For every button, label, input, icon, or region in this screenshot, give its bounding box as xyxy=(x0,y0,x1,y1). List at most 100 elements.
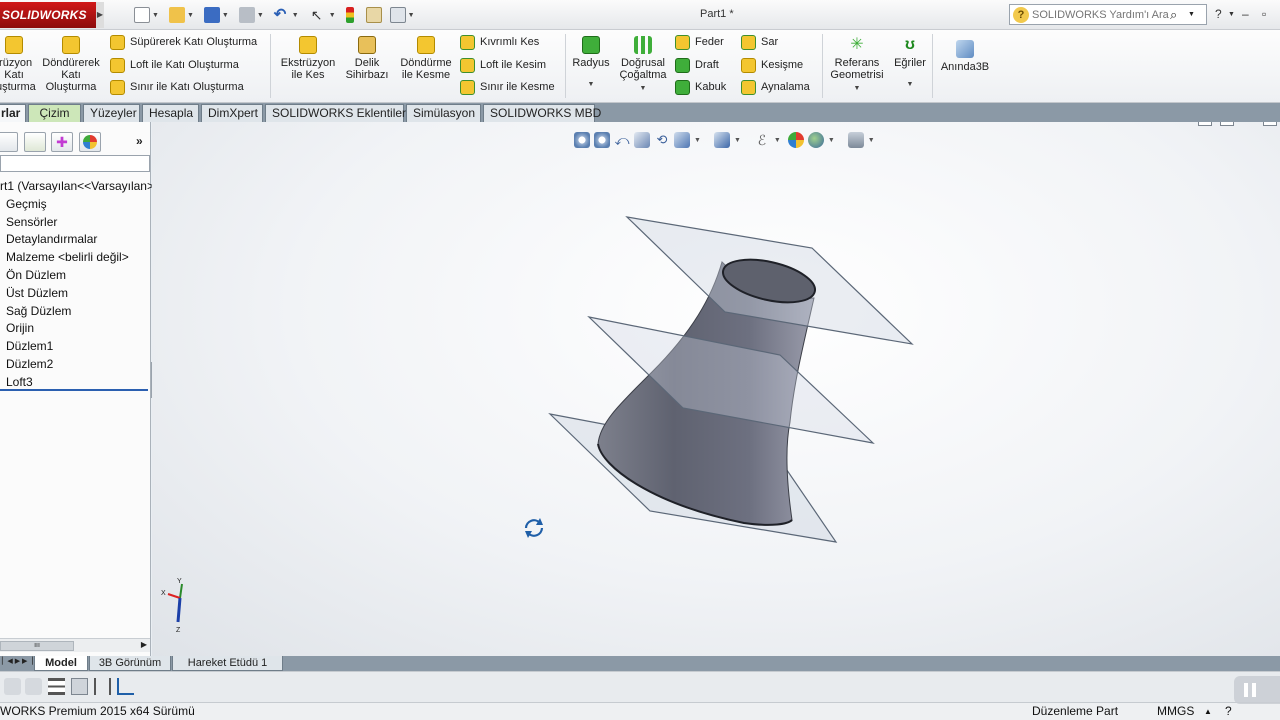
ribbon-separator xyxy=(932,34,933,98)
tab-simulation[interactable]: Simülasyon xyxy=(406,104,481,122)
tree-item-sensors[interactable]: Sensörler xyxy=(0,214,151,232)
intersect-button[interactable]: Kesişme xyxy=(741,56,803,74)
linear-pattern-dropdown-icon[interactable]: ▼ xyxy=(618,83,668,95)
tab-dimxpert[interactable]: DimXpert xyxy=(201,104,263,122)
solidworks-logo[interactable]: SOLIDWORKS xyxy=(0,2,96,28)
fillet-button[interactable]: Radyus ▼ xyxy=(571,36,611,91)
tree-item-history[interactable]: Geçmiş xyxy=(0,196,151,214)
reference-geometry-dropdown-icon[interactable]: ▼ xyxy=(828,83,886,95)
tree-item-front-plane[interactable]: Ön Düzlem xyxy=(0,267,151,285)
hole-wizard-button[interactable]: Delik Sihirbazı xyxy=(344,36,390,81)
tree-item-right-plane[interactable]: Sağ Düzlem xyxy=(0,303,151,321)
list-view-icon[interactable] xyxy=(48,678,65,695)
boundary-boss-button[interactable]: Sınır ile Katı Oluşturma xyxy=(110,78,244,96)
open-dropdown-icon[interactable]: ▼ xyxy=(187,12,194,19)
linear-pattern-button[interactable]: Doğrusal Çoğaltma ▼ xyxy=(618,36,668,95)
status-help-icon[interactable]: ? xyxy=(1225,703,1232,720)
curves-dropdown-icon[interactable]: ▼ xyxy=(890,79,930,91)
tab-features[interactable]: rlar xyxy=(0,104,26,122)
tree-item-plane1[interactable]: Düzlem1 xyxy=(0,338,151,356)
new-dropdown-icon[interactable]: ▼ xyxy=(152,12,159,19)
revolved-cut-button[interactable]: Döndürme ile Kesme xyxy=(396,36,456,81)
feature-tree-filter-input[interactable] xyxy=(0,155,150,172)
reference-geometry-button[interactable]: ✳ Referans Geometrisi ▼ xyxy=(828,36,886,95)
instant3d-button[interactable]: Anında3B xyxy=(937,40,993,73)
new-document-icon[interactable] xyxy=(134,7,150,23)
tab-motion-study[interactable]: Hareket Etüdü 1 xyxy=(172,656,283,671)
feature-tree-horizontal-scrollbar[interactable]: ııı ▶ xyxy=(0,638,150,652)
unit-system-dropdown-icon[interactable]: ▲ xyxy=(1204,703,1212,720)
tree-item-material[interactable]: Malzeme <belirli değil> xyxy=(0,249,151,267)
print-dropdown-icon[interactable]: ▼ xyxy=(257,12,264,19)
save-icon[interactable] xyxy=(203,7,220,23)
options-dropdown-icon[interactable]: ▼ xyxy=(408,12,415,19)
scroll-right-arrow-icon[interactable]: ▶ xyxy=(141,640,147,649)
restore-icon[interactable]: ▫ xyxy=(1262,7,1266,21)
play-icon[interactable] xyxy=(25,678,42,695)
property-manager-tab-icon[interactable] xyxy=(24,132,46,152)
tab-sketch[interactable]: Çizim xyxy=(28,104,81,122)
feature-tree-tab-icon[interactable] xyxy=(0,132,18,152)
curves-button[interactable]: ʊ Eğriler ▼ xyxy=(890,36,930,91)
undo-icon[interactable]: ↶ xyxy=(274,7,290,23)
draft-button[interactable]: Draft xyxy=(675,56,719,74)
undo-dropdown-icon[interactable]: ▼ xyxy=(292,12,299,19)
pause-overlay-button[interactable] xyxy=(1234,676,1280,704)
help-menu-dropdown-icon[interactable]: ▼ xyxy=(1228,11,1235,18)
tab-scroll-buttons[interactable]: ▏◀ ▶ ▶▕ xyxy=(2,657,33,665)
tree-item-plane2[interactable]: Düzlem2 xyxy=(0,356,151,374)
filter-icon[interactable] xyxy=(94,678,111,695)
wrap-button[interactable]: Sar xyxy=(741,33,778,51)
tab-3d-view[interactable]: 3B Görünüm xyxy=(89,656,171,671)
rollback-bar[interactable] xyxy=(0,389,148,391)
extruded-boss-button[interactable]: trüzyon Katı uşturma xyxy=(0,36,36,93)
fillet-dropdown-icon[interactable]: ▼ xyxy=(571,79,611,91)
linear-pattern-label-2: Çoğaltma xyxy=(619,69,667,81)
boundary-cut-button[interactable]: Sınır ile Kesme xyxy=(460,78,555,96)
tab-solidworks-addins[interactable]: SOLIDWORKS Eklentileri xyxy=(265,104,409,122)
help-search-input[interactable] xyxy=(1032,8,1170,21)
tree-item-annotations[interactable]: Detaylandırmalar xyxy=(0,231,151,249)
help-menu-icon[interactable]: ? xyxy=(1215,7,1222,21)
more-tabs-icon[interactable]: » xyxy=(136,134,143,148)
revolved-boss-button[interactable]: Döndürerek Katı Oluşturma xyxy=(38,36,104,93)
tree-item-part[interactable]: rt1 (Varsayılan<<Varsayılan> xyxy=(0,178,154,196)
swept-cut-button[interactable]: Kıvrımlı Kes xyxy=(460,33,539,51)
print-icon[interactable] xyxy=(238,7,255,23)
extruded-cut-button[interactable]: Ekstrüzyon ile Kes xyxy=(278,36,338,81)
calculate-icon[interactable] xyxy=(4,678,21,695)
tab-solidworks-mbd[interactable]: SOLIDWORKS MBD xyxy=(483,104,601,122)
tree-item-origin[interactable]: Orijin xyxy=(0,320,151,338)
search-dropdown-icon[interactable]: ▼ xyxy=(1188,11,1195,18)
axis-icon[interactable] xyxy=(117,678,134,695)
unit-system-button[interactable]: MMGS xyxy=(1157,703,1194,720)
lofted-boss-button[interactable]: Loft ile Katı Oluşturma xyxy=(110,56,239,74)
tree-item-top-plane[interactable]: Üst Düzlem xyxy=(0,285,151,303)
mirror-button[interactable]: Aynalama xyxy=(741,78,810,96)
search-icon[interactable]: ⌕ xyxy=(1170,7,1186,23)
open-folder-icon[interactable] xyxy=(168,7,185,23)
file-properties-icon[interactable] xyxy=(365,7,382,23)
rebuild-icon[interactable] xyxy=(345,7,354,23)
tab-model[interactable]: Model xyxy=(34,656,88,671)
intersect-icon xyxy=(741,57,756,73)
save-dropdown-icon[interactable]: ▼ xyxy=(222,12,229,19)
sort-icon[interactable] xyxy=(71,678,88,695)
graphics-area[interactable]: – ⤺ ⟲ ▼ ▼ ℰ ▼ ▼ ▼ xyxy=(152,122,1280,656)
display-manager-tab-icon[interactable] xyxy=(79,132,101,152)
options-icon[interactable] xyxy=(389,7,406,23)
swept-boss-button[interactable]: Süpürerek Katı Oluşturma xyxy=(110,33,257,51)
tab-evaluate[interactable]: Hesapla xyxy=(142,104,199,122)
lofted-cut-button[interactable]: Loft ile Kesim xyxy=(460,56,546,74)
scrollbar-thumb[interactable]: ııı xyxy=(0,641,74,651)
shell-button[interactable]: Kabuk xyxy=(675,78,726,96)
tab-surfaces[interactable]: Yüzeyler xyxy=(83,104,140,122)
extruded-boss-icon xyxy=(5,36,23,54)
configuration-manager-tab-icon[interactable]: ✚ xyxy=(51,132,73,152)
select-icon[interactable]: ↖ xyxy=(311,7,327,23)
rib-button[interactable]: Feder xyxy=(675,33,724,51)
menu-expand-arrow-icon[interactable]: ▶ xyxy=(96,2,104,28)
minimize-icon[interactable]: – xyxy=(1242,7,1249,21)
instant3d-icon xyxy=(956,40,974,58)
select-dropdown-icon[interactable]: ▼ xyxy=(329,12,336,19)
